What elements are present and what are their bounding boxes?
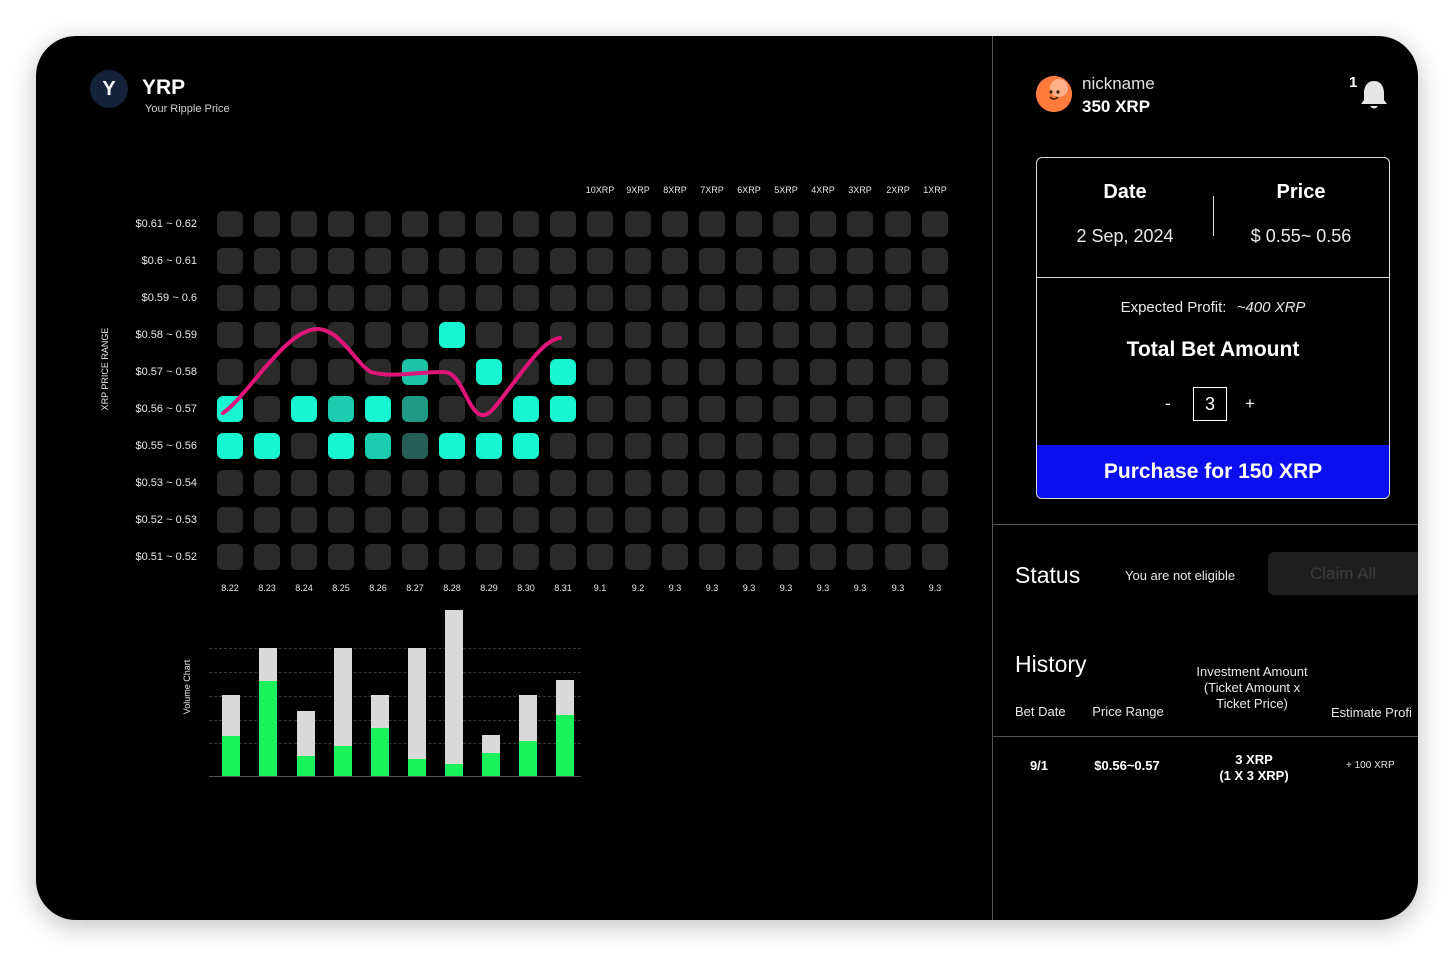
avatar[interactable]: [1036, 76, 1072, 112]
user-balance: 350 XRP: [1082, 97, 1151, 116]
app-window: Y YRP Your Ripple Price XRP PRICE RANGE …: [36, 36, 1418, 920]
history-title: History: [1015, 651, 1087, 677]
volume-axis-label: Volume Chart: [182, 659, 192, 715]
purchase-button[interactable]: Purchase for 150 XRP: [1037, 445, 1389, 498]
price-line: [221, 326, 562, 418]
expected-profit-label: Expected Profit:: [1120, 299, 1227, 316]
price-label: Price: [1276, 181, 1326, 203]
bell-icon: [1361, 81, 1387, 109]
col-investment: Investment Amount (Ticket Amount x Ticke…: [1196, 664, 1308, 711]
volume-bar-green: [259, 681, 277, 776]
user-nickname: nickname: [1082, 74, 1155, 93]
history-range: $0.56~0.57: [1094, 758, 1160, 773]
expected-profit-value: ~400 XRP: [1236, 299, 1306, 316]
history-header-divider: [993, 736, 1418, 737]
increase-button[interactable]: +: [1245, 394, 1255, 414]
main-panel: Y YRP Your Ripple Price XRP PRICE RANGE …: [36, 36, 992, 920]
total-bet-label: Total Bet Amount: [1126, 338, 1300, 361]
volume-bar-green: [556, 714, 574, 776]
history-profit: + 100 XRP: [1346, 760, 1395, 771]
price-line-chart: [221, 326, 562, 418]
avatar-face-icon: [1036, 76, 1072, 112]
bet-card: Date 2 Sep, 2024 Price $ 0.55~ 0.56 Expe…: [1036, 157, 1390, 499]
history-investment: 3 XRP: [1235, 752, 1273, 767]
volume-bar-total: [408, 648, 426, 776]
status-title: Status: [1015, 562, 1081, 588]
volume-bar-green: [371, 727, 389, 776]
col-price-range: Price Range: [1092, 704, 1164, 719]
volume-bar-green: [222, 736, 240, 776]
quantity-input[interactable]: 3: [1193, 387, 1227, 421]
volume-bar-green: [408, 759, 426, 776]
decrease-button[interactable]: -: [1165, 394, 1171, 414]
claim-all-button[interactable]: Claim All: [1268, 552, 1418, 595]
volume-bar-green: [297, 756, 315, 776]
volume-bar-total: [445, 610, 463, 776]
volume-bar-green: [445, 764, 463, 776]
notification-count: 1: [1349, 74, 1358, 91]
price-value: $ 0.55~ 0.56: [1250, 226, 1352, 246]
date-value: 2 Sep, 2024: [1076, 226, 1174, 246]
col-bet-date: Bet Date: [1015, 704, 1066, 719]
volume-baseline: [209, 776, 581, 777]
status-message: You are not eligible: [1125, 568, 1236, 583]
volume-bar-green: [519, 741, 537, 776]
history-date: 9/1: [1029, 758, 1049, 773]
col-estimate-profit: Estimate Profi: [1331, 705, 1412, 720]
expected-profit: Expected Profit: ~400 XRP: [1037, 299, 1389, 316]
volume-bar-green: [482, 752, 500, 776]
section-divider: [993, 524, 1418, 525]
notification-button[interactable]: [1358, 78, 1390, 117]
history-investment-detail: (1 X 3 XRP): [1219, 768, 1289, 783]
date-label: Date: [1103, 181, 1147, 203]
volume-bar-green: [334, 746, 352, 776]
card-divider: [1037, 277, 1389, 278]
